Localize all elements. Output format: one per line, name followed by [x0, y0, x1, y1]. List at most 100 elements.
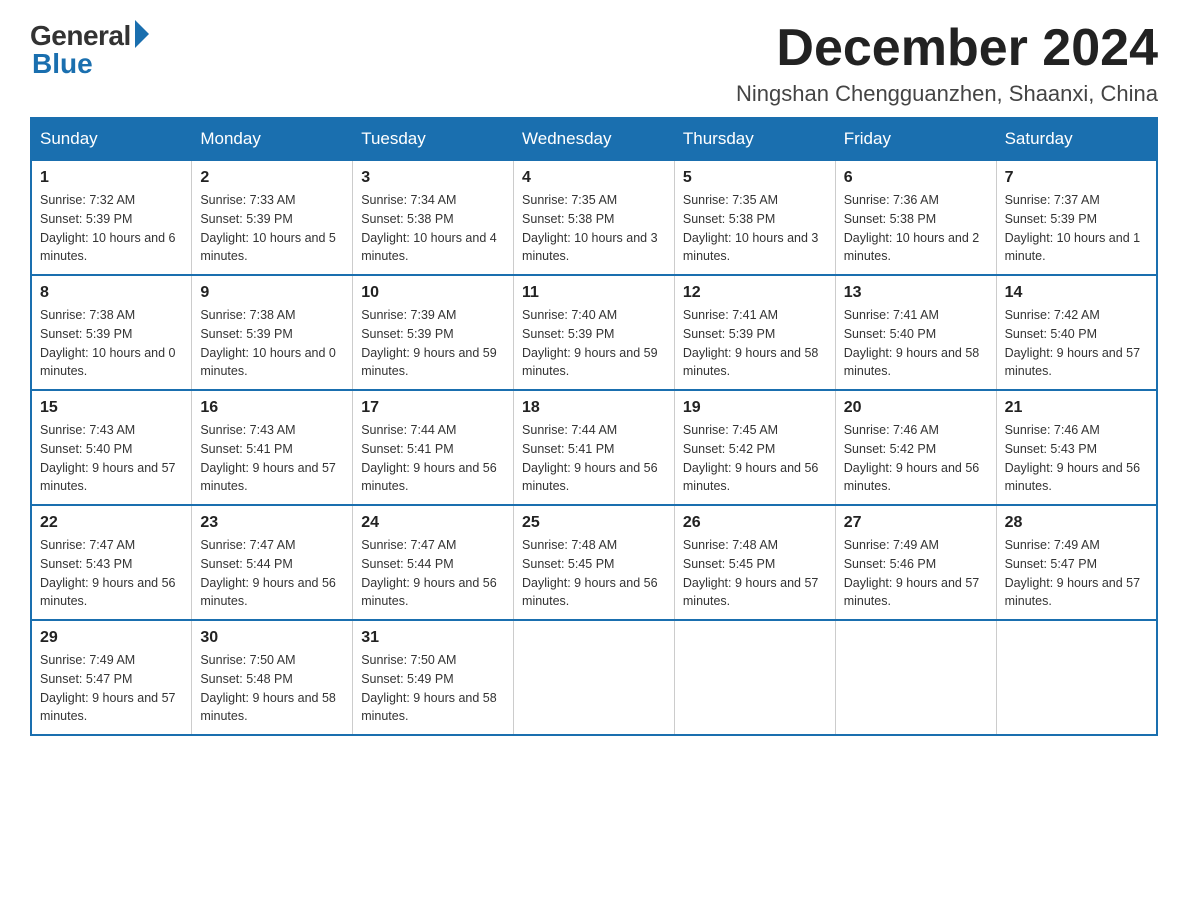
day-number: 5	[683, 169, 827, 187]
calendar-cell: 30 Sunrise: 7:50 AMSunset: 5:48 PMDaylig…	[192, 620, 353, 735]
day-number: 14	[1005, 284, 1148, 302]
day-number: 4	[522, 169, 666, 187]
calendar-cell	[674, 620, 835, 735]
day-number: 22	[40, 514, 183, 532]
day-number: 31	[361, 629, 505, 647]
day-number: 19	[683, 399, 827, 417]
day-number: 11	[522, 284, 666, 302]
day-info: Sunrise: 7:46 AMSunset: 5:43 PMDaylight:…	[1005, 423, 1141, 493]
calendar-cell: 23 Sunrise: 7:47 AMSunset: 5:44 PMDaylig…	[192, 505, 353, 620]
day-info: Sunrise: 7:48 AMSunset: 5:45 PMDaylight:…	[683, 538, 819, 608]
day-info: Sunrise: 7:50 AMSunset: 5:49 PMDaylight:…	[361, 653, 497, 723]
day-info: Sunrise: 7:40 AMSunset: 5:39 PMDaylight:…	[522, 308, 658, 378]
day-number: 20	[844, 399, 988, 417]
calendar-cell: 15 Sunrise: 7:43 AMSunset: 5:40 PMDaylig…	[31, 390, 192, 505]
calendar-cell: 31 Sunrise: 7:50 AMSunset: 5:49 PMDaylig…	[353, 620, 514, 735]
day-number: 3	[361, 169, 505, 187]
day-info: Sunrise: 7:35 AMSunset: 5:38 PMDaylight:…	[522, 193, 658, 263]
weekday-header-wednesday: Wednesday	[514, 118, 675, 160]
day-info: Sunrise: 7:44 AMSunset: 5:41 PMDaylight:…	[361, 423, 497, 493]
day-number: 6	[844, 169, 988, 187]
calendar-cell: 20 Sunrise: 7:46 AMSunset: 5:42 PMDaylig…	[835, 390, 996, 505]
calendar-cell: 19 Sunrise: 7:45 AMSunset: 5:42 PMDaylig…	[674, 390, 835, 505]
calendar-cell	[996, 620, 1157, 735]
day-number: 26	[683, 514, 827, 532]
weekday-header-sunday: Sunday	[31, 118, 192, 160]
title-area: December 2024 Ningshan Chengguanzhen, Sh…	[736, 20, 1158, 107]
weekday-header-thursday: Thursday	[674, 118, 835, 160]
calendar-cell	[514, 620, 675, 735]
day-number: 28	[1005, 514, 1148, 532]
day-info: Sunrise: 7:43 AMSunset: 5:40 PMDaylight:…	[40, 423, 176, 493]
day-number: 10	[361, 284, 505, 302]
day-info: Sunrise: 7:47 AMSunset: 5:44 PMDaylight:…	[361, 538, 497, 608]
weekday-header-tuesday: Tuesday	[353, 118, 514, 160]
day-info: Sunrise: 7:48 AMSunset: 5:45 PMDaylight:…	[522, 538, 658, 608]
day-number: 21	[1005, 399, 1148, 417]
week-row-3: 15 Sunrise: 7:43 AMSunset: 5:40 PMDaylig…	[31, 390, 1157, 505]
day-number: 8	[40, 284, 183, 302]
day-number: 27	[844, 514, 988, 532]
calendar-cell: 27 Sunrise: 7:49 AMSunset: 5:46 PMDaylig…	[835, 505, 996, 620]
day-info: Sunrise: 7:37 AMSunset: 5:39 PMDaylight:…	[1005, 193, 1141, 263]
calendar-cell	[835, 620, 996, 735]
day-info: Sunrise: 7:43 AMSunset: 5:41 PMDaylight:…	[200, 423, 336, 493]
day-number: 7	[1005, 169, 1148, 187]
day-info: Sunrise: 7:47 AMSunset: 5:43 PMDaylight:…	[40, 538, 176, 608]
day-number: 12	[683, 284, 827, 302]
day-number: 1	[40, 169, 183, 187]
week-row-5: 29 Sunrise: 7:49 AMSunset: 5:47 PMDaylig…	[31, 620, 1157, 735]
day-info: Sunrise: 7:41 AMSunset: 5:40 PMDaylight:…	[844, 308, 980, 378]
day-number: 24	[361, 514, 505, 532]
calendar-cell: 29 Sunrise: 7:49 AMSunset: 5:47 PMDaylig…	[31, 620, 192, 735]
page-header: General Blue December 2024 Ningshan Chen…	[30, 20, 1158, 107]
day-info: Sunrise: 7:39 AMSunset: 5:39 PMDaylight:…	[361, 308, 497, 378]
calendar-cell: 25 Sunrise: 7:48 AMSunset: 5:45 PMDaylig…	[514, 505, 675, 620]
day-info: Sunrise: 7:44 AMSunset: 5:41 PMDaylight:…	[522, 423, 658, 493]
calendar-cell: 14 Sunrise: 7:42 AMSunset: 5:40 PMDaylig…	[996, 275, 1157, 390]
day-info: Sunrise: 7:38 AMSunset: 5:39 PMDaylight:…	[40, 308, 176, 378]
calendar-table: SundayMondayTuesdayWednesdayThursdayFrid…	[30, 117, 1158, 736]
day-info: Sunrise: 7:49 AMSunset: 5:47 PMDaylight:…	[1005, 538, 1141, 608]
day-info: Sunrise: 7:33 AMSunset: 5:39 PMDaylight:…	[200, 193, 336, 263]
day-info: Sunrise: 7:38 AMSunset: 5:39 PMDaylight:…	[200, 308, 336, 378]
week-row-1: 1 Sunrise: 7:32 AMSunset: 5:39 PMDayligh…	[31, 160, 1157, 275]
calendar-cell: 7 Sunrise: 7:37 AMSunset: 5:39 PMDayligh…	[996, 160, 1157, 275]
calendar-cell: 24 Sunrise: 7:47 AMSunset: 5:44 PMDaylig…	[353, 505, 514, 620]
calendar-cell: 13 Sunrise: 7:41 AMSunset: 5:40 PMDaylig…	[835, 275, 996, 390]
day-info: Sunrise: 7:46 AMSunset: 5:42 PMDaylight:…	[844, 423, 980, 493]
location-subtitle: Ningshan Chengguanzhen, Shaanxi, China	[736, 81, 1158, 107]
day-info: Sunrise: 7:47 AMSunset: 5:44 PMDaylight:…	[200, 538, 336, 608]
day-info: Sunrise: 7:32 AMSunset: 5:39 PMDaylight:…	[40, 193, 176, 263]
day-info: Sunrise: 7:49 AMSunset: 5:46 PMDaylight:…	[844, 538, 980, 608]
calendar-cell: 6 Sunrise: 7:36 AMSunset: 5:38 PMDayligh…	[835, 160, 996, 275]
day-info: Sunrise: 7:45 AMSunset: 5:42 PMDaylight:…	[683, 423, 819, 493]
calendar-cell: 21 Sunrise: 7:46 AMSunset: 5:43 PMDaylig…	[996, 390, 1157, 505]
day-number: 9	[200, 284, 344, 302]
calendar-cell: 8 Sunrise: 7:38 AMSunset: 5:39 PMDayligh…	[31, 275, 192, 390]
day-number: 17	[361, 399, 505, 417]
logo: General Blue	[30, 20, 149, 80]
calendar-cell: 2 Sunrise: 7:33 AMSunset: 5:39 PMDayligh…	[192, 160, 353, 275]
calendar-cell: 11 Sunrise: 7:40 AMSunset: 5:39 PMDaylig…	[514, 275, 675, 390]
calendar-cell: 28 Sunrise: 7:49 AMSunset: 5:47 PMDaylig…	[996, 505, 1157, 620]
calendar-cell: 22 Sunrise: 7:47 AMSunset: 5:43 PMDaylig…	[31, 505, 192, 620]
day-info: Sunrise: 7:41 AMSunset: 5:39 PMDaylight:…	[683, 308, 819, 378]
day-number: 23	[200, 514, 344, 532]
logo-blue-text: Blue	[30, 48, 93, 80]
day-info: Sunrise: 7:35 AMSunset: 5:38 PMDaylight:…	[683, 193, 819, 263]
day-number: 29	[40, 629, 183, 647]
calendar-cell: 18 Sunrise: 7:44 AMSunset: 5:41 PMDaylig…	[514, 390, 675, 505]
day-info: Sunrise: 7:50 AMSunset: 5:48 PMDaylight:…	[200, 653, 336, 723]
calendar-cell: 26 Sunrise: 7:48 AMSunset: 5:45 PMDaylig…	[674, 505, 835, 620]
month-title: December 2024	[736, 20, 1158, 77]
day-info: Sunrise: 7:34 AMSunset: 5:38 PMDaylight:…	[361, 193, 497, 263]
day-info: Sunrise: 7:36 AMSunset: 5:38 PMDaylight:…	[844, 193, 980, 263]
day-number: 30	[200, 629, 344, 647]
week-row-2: 8 Sunrise: 7:38 AMSunset: 5:39 PMDayligh…	[31, 275, 1157, 390]
day-number: 13	[844, 284, 988, 302]
weekday-header-row: SundayMondayTuesdayWednesdayThursdayFrid…	[31, 118, 1157, 160]
calendar-cell: 10 Sunrise: 7:39 AMSunset: 5:39 PMDaylig…	[353, 275, 514, 390]
weekday-header-saturday: Saturday	[996, 118, 1157, 160]
logo-triangle-icon	[135, 20, 149, 48]
